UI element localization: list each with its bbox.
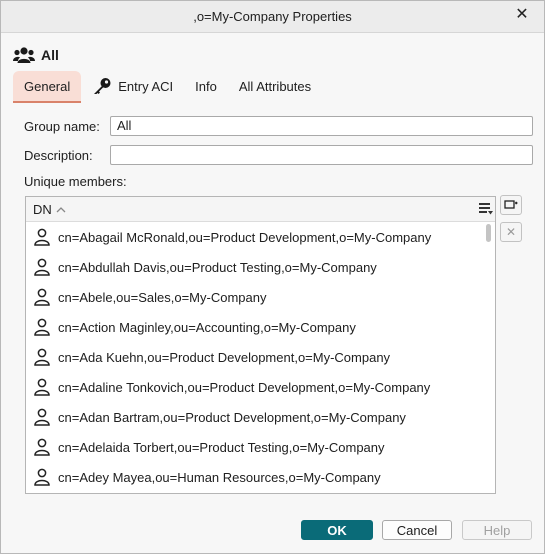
- user-icon: [34, 228, 50, 246]
- properties-dialog: ,o=My-Company Properties ✕ All General E…: [0, 0, 545, 554]
- remove-member-button[interactable]: ✕: [500, 222, 522, 242]
- entry-header: All: [13, 45, 59, 65]
- list-item[interactable]: cn=Adaline Tonkovich,ou=Product Developm…: [26, 372, 495, 402]
- member-dn: cn=Action Maginley,ou=Accounting,o=My-Co…: [58, 319, 356, 335]
- title-bar: ,o=My-Company Properties ✕: [1, 1, 544, 33]
- member-list: cn=Abagail McRonald,ou=Product Developme…: [26, 222, 495, 492]
- list-item[interactable]: cn=Adey Mayea,ou=Human Resources,o=My-Co…: [26, 462, 495, 492]
- tab-bar: General Entry ACI Info All Attributes: [13, 71, 322, 103]
- user-icon: [34, 438, 50, 456]
- dn-column-header[interactable]: DN: [33, 202, 66, 217]
- list-item[interactable]: cn=Abagail McRonald,ou=Product Developme…: [26, 222, 495, 252]
- window-title: ,o=My-Company Properties: [193, 9, 352, 24]
- tab-label: General: [24, 78, 71, 94]
- tab-general[interactable]: General: [13, 71, 82, 103]
- list-item[interactable]: cn=Abele,ou=Sales,o=My-Company: [26, 282, 495, 312]
- user-icon: [34, 288, 50, 306]
- tab-entry-aci[interactable]: Entry ACI: [81, 71, 184, 101]
- tab-label: Entry ACI: [118, 78, 174, 94]
- member-dn: cn=Adan Bartram,ou=Product Development,o…: [58, 409, 406, 425]
- tab-label: Info: [195, 78, 217, 94]
- member-dn: cn=Adelaida Torbert,ou=Product Testing,o…: [58, 439, 385, 455]
- member-dn: cn=Abagail McRonald,ou=Product Developme…: [58, 229, 432, 245]
- list-item[interactable]: cn=Adelaida Torbert,ou=Product Testing,o…: [26, 432, 495, 462]
- description-label: Description:: [24, 148, 93, 163]
- tab-all-attributes[interactable]: All Attributes: [228, 71, 322, 101]
- table-header: DN: [26, 197, 495, 222]
- members-table: DN cn=Abagail McRonald,ou=Product Develo…: [25, 196, 496, 494]
- column-chooser-icon[interactable]: [478, 200, 494, 216]
- list-item[interactable]: cn=Abdullah Davis,ou=Product Testing,o=M…: [26, 252, 495, 282]
- group-icon: [13, 47, 35, 63]
- description-field[interactable]: [110, 145, 533, 165]
- close-icon[interactable]: ✕: [514, 7, 530, 23]
- user-icon: [34, 258, 50, 276]
- user-icon: [34, 408, 50, 426]
- sort-ascending-icon: [56, 206, 66, 212]
- list-item[interactable]: cn=Action Maginley,ou=Accounting,o=My-Co…: [26, 312, 495, 342]
- user-icon: [34, 348, 50, 366]
- member-dn: cn=Adey Mayea,ou=Human Resources,o=My-Co…: [58, 469, 381, 485]
- member-dn: cn=Abele,ou=Sales,o=My-Company: [58, 289, 267, 305]
- member-dn: cn=Ada Kuehn,ou=Product Development,o=My…: [58, 349, 391, 365]
- cancel-button[interactable]: Cancel: [382, 520, 452, 540]
- tab-info[interactable]: Info: [184, 71, 228, 101]
- user-icon: [34, 378, 50, 396]
- list-item[interactable]: cn=Ada Kuehn,ou=Product Development,o=My…: [26, 342, 495, 372]
- user-icon: [34, 468, 50, 486]
- column-label: DN: [33, 202, 52, 217]
- tab-label: All Attributes: [238, 78, 312, 94]
- group-name-field[interactable]: All: [110, 116, 533, 136]
- remove-icon: ✕: [505, 225, 517, 239]
- list-item[interactable]: cn=Adan Bartram,ou=Product Development,o…: [26, 402, 495, 432]
- add-member-button[interactable]: [500, 195, 522, 215]
- entry-name: All: [41, 47, 59, 63]
- unique-members-label: Unique members:: [24, 174, 127, 189]
- help-button[interactable]: Help: [462, 520, 532, 540]
- user-icon: [34, 318, 50, 336]
- member-dn: cn=Abdullah Davis,ou=Product Testing,o=M…: [58, 259, 377, 275]
- add-member-icon: [504, 200, 518, 209]
- scrollbar-thumb[interactable]: [486, 224, 491, 242]
- member-dn: cn=Adaline Tonkovich,ou=Product Developm…: [58, 379, 431, 395]
- key-icon: [94, 78, 111, 94]
- group-name-label: Group name:: [24, 119, 100, 134]
- ok-button[interactable]: OK: [301, 520, 373, 540]
